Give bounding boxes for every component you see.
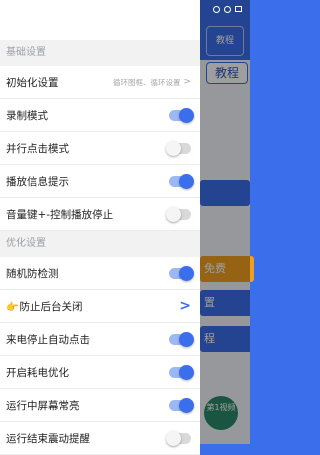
toggle-knob bbox=[179, 265, 194, 281]
row-power-opt: 开启耗电优化 bbox=[0, 356, 200, 389]
status-time: 9:45 bbox=[8, 3, 31, 15]
row-vibrate: 运行结束震动提醒 bbox=[0, 422, 200, 455]
toggle-knob bbox=[179, 397, 194, 413]
toggle-knob bbox=[166, 140, 181, 156]
row-call-stop: 来电停止自动点击 bbox=[0, 323, 200, 356]
battery-icon bbox=[235, 6, 242, 12]
row-label-wrap: 👉防止后台关闭 bbox=[6, 299, 82, 314]
row-prevent-close[interactable]: 👉防止后台关闭 > bbox=[0, 290, 200, 323]
section-optimize: 优化设置 bbox=[0, 231, 200, 257]
status-right bbox=[213, 5, 242, 13]
toggle-knob bbox=[179, 364, 194, 380]
row-record-mode: 录制模式 bbox=[0, 99, 200, 132]
volume-key-toggle[interactable] bbox=[166, 206, 191, 222]
row-random-detect: 随机防检测 bbox=[0, 257, 200, 290]
location-icon bbox=[213, 5, 220, 13]
call-stop-toggle[interactable] bbox=[169, 331, 194, 347]
prevent-close-label: 防止后台关闭 bbox=[19, 300, 83, 313]
parallel-click-toggle[interactable] bbox=[166, 140, 191, 156]
toggle-knob bbox=[179, 173, 194, 189]
pointing-hand-icon: 👉 bbox=[6, 301, 19, 313]
settings-drawer: 基础设置 初始化设置 循环图框、循环设置 > 录制模式 并行点击模式 播放信息提… bbox=[0, 0, 200, 455]
row-label: 随机防检测 bbox=[6, 267, 59, 280]
section-basic: 基础设置 bbox=[0, 40, 200, 66]
wifi-icon bbox=[224, 5, 231, 13]
record-mode-toggle[interactable] bbox=[169, 107, 194, 123]
row-parallel-click: 并行点击模式 bbox=[0, 132, 200, 165]
sync-icon bbox=[47, 5, 55, 13]
status-bar: 9:45 bbox=[0, 0, 250, 18]
init-hint-text: 循环图框、循环设置 bbox=[112, 77, 181, 87]
row-label: 运行结束震动提醒 bbox=[6, 432, 90, 445]
toggle-knob bbox=[166, 430, 181, 446]
row-label: 来电停止自动点击 bbox=[6, 333, 90, 346]
row-label: 音量键+-控制播放停止 bbox=[6, 208, 114, 221]
row-label: 录制模式 bbox=[6, 109, 48, 122]
status-left: 9:45 bbox=[8, 3, 55, 15]
row-label: 初始化设置 bbox=[6, 76, 59, 89]
chevron-right-icon: > bbox=[183, 77, 191, 87]
row-label: 并行点击模式 bbox=[6, 142, 69, 155]
row-volume-key: 音量键+-控制播放停止 bbox=[0, 198, 200, 231]
vibrate-toggle[interactable] bbox=[166, 430, 191, 446]
row-hint: 循环图框、循环设置 > bbox=[113, 77, 191, 88]
row-label: 播放信息提示 bbox=[6, 175, 69, 188]
row-label: 运行中屏幕常亮 bbox=[6, 399, 80, 412]
toggle-knob bbox=[179, 107, 194, 123]
toggle-knob bbox=[166, 206, 181, 222]
power-opt-toggle[interactable] bbox=[169, 364, 194, 380]
playback-info-toggle[interactable] bbox=[169, 173, 194, 189]
row-playback-info: 播放信息提示 bbox=[0, 165, 200, 198]
row-init-settings[interactable]: 初始化设置 循环图框、循环设置 > bbox=[0, 66, 200, 99]
screen-on-toggle[interactable] bbox=[169, 397, 194, 413]
row-screen-on: 运行中屏幕常亮 bbox=[0, 389, 200, 422]
notification-icon bbox=[35, 5, 43, 13]
chevron-right-icon: > bbox=[179, 298, 191, 314]
random-detect-toggle[interactable] bbox=[169, 265, 194, 281]
toggle-knob bbox=[179, 331, 194, 347]
row-label: 开启耗电优化 bbox=[6, 366, 69, 379]
